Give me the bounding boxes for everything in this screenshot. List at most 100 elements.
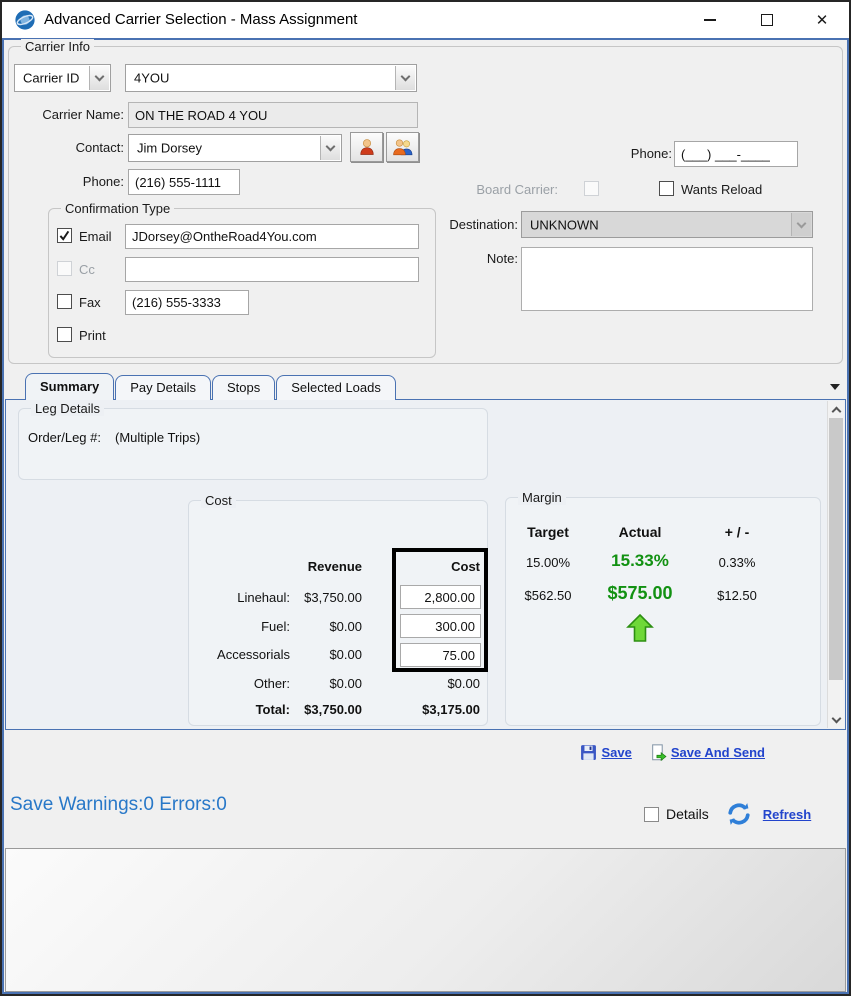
details-label: Details	[666, 806, 709, 822]
save-status-text: Save Warnings:0 Errors:0	[10, 794, 227, 815]
print-checkbox[interactable]	[57, 327, 72, 342]
linehaul-cost-input[interactable]	[400, 585, 481, 609]
save-button[interactable]: Save	[601, 745, 631, 760]
accessorials-cost-input[interactable]	[400, 643, 481, 667]
confirmation-type-group-label: Confirmation Type	[61, 201, 175, 216]
tab-label: Stops	[227, 380, 261, 395]
save-and-send-button[interactable]: Save And Send	[671, 745, 765, 760]
maximize-button[interactable]	[747, 2, 787, 38]
carrier-id-select[interactable]: 4YOU	[125, 64, 417, 92]
fax-input[interactable]	[125, 290, 249, 315]
dialog-body: Carrier Info Carrier ID 4YOU Carrier Nam…	[2, 38, 849, 994]
details-refresh-row: Details Refresh	[644, 799, 811, 829]
margin-group-label: Margin	[518, 490, 566, 505]
email-checkbox[interactable]	[57, 228, 72, 243]
carrier-id-type-select[interactable]: Carrier ID	[14, 64, 111, 92]
fuel-cost-input[interactable]	[400, 614, 481, 638]
linehaul-revenue: $3,750.00	[304, 590, 362, 605]
contact-value: Jim Dorsey	[137, 140, 203, 156]
save-and-send-link-item[interactable]: Save And Send	[650, 744, 765, 761]
accessorials-revenue: $0.00	[329, 647, 362, 662]
margin-actual-header: Actual	[618, 524, 662, 540]
save-link-item[interactable]: Save	[580, 744, 632, 761]
chevron-down-icon[interactable]	[395, 66, 415, 90]
destination-select: UNKNOWN	[521, 211, 813, 238]
leg-details-group-label: Leg Details	[31, 401, 105, 416]
dialog-window: Advanced Carrier Selection - Mass Assign…	[0, 0, 851, 996]
close-icon: ✕	[815, 11, 829, 29]
window-title: Advanced Carrier Selection - Mass Assign…	[44, 11, 358, 28]
email-label: Email	[79, 229, 112, 244]
chevron-down-icon[interactable]	[320, 136, 340, 160]
scroll-up-button[interactable]	[828, 401, 844, 418]
check-icon	[59, 230, 70, 241]
wants-reload-checkbox[interactable]	[659, 181, 674, 196]
save-icon	[581, 745, 597, 760]
margin-target-header: Target	[527, 524, 569, 540]
tab-selected-loads[interactable]: Selected Loads	[276, 375, 396, 400]
minimize-button[interactable]	[690, 2, 730, 38]
chevron-down-icon[interactable]	[89, 66, 109, 90]
tab-label: Pay Details	[130, 380, 196, 395]
vertical-scrollbar[interactable]	[827, 401, 844, 728]
cost-column-header: Cost	[451, 559, 480, 574]
note-label: Note:	[486, 251, 518, 266]
cc-label: Cc	[79, 262, 95, 277]
order-leg-label: Order/Leg #:	[28, 430, 101, 445]
destination-value: UNKNOWN	[530, 217, 599, 232]
carrier-id-type-value: Carrier ID	[23, 70, 80, 86]
margin-target-dollars: $562.50	[524, 588, 572, 603]
tab-strip: Summary Pay Details Stops Selected Loads	[25, 373, 397, 400]
carrier-name-field	[128, 102, 418, 128]
margin-up-arrow-icon	[626, 613, 654, 642]
tab-stops[interactable]: Stops	[212, 375, 276, 400]
note-textarea[interactable]	[521, 247, 813, 311]
margin-plusminus-header: + / -	[724, 524, 750, 540]
fax-checkbox[interactable]	[57, 294, 72, 309]
fuel-revenue: $0.00	[329, 619, 362, 634]
margin-plusminus-dollars: $12.50	[717, 588, 757, 603]
cc-checkbox	[57, 261, 72, 276]
cost-group-label: Cost	[201, 493, 236, 508]
tab-summary[interactable]: Summary	[25, 373, 115, 400]
chevron-down-icon	[791, 213, 811, 236]
chevron-down-icon	[831, 713, 841, 723]
phone2-input[interactable]	[674, 141, 798, 167]
tab-label: Selected Loads	[291, 380, 381, 395]
tab-label: Summary	[40, 379, 100, 394]
order-leg-value: (Multiple Trips)	[115, 430, 201, 445]
board-carrier-label: Board Carrier:	[476, 182, 558, 197]
carrier-info-group-label: Carrier Info	[21, 39, 95, 54]
destination-label: Destination:	[449, 217, 518, 232]
save-actions: Save Save And Send	[580, 744, 765, 761]
scroll-down-button[interactable]	[828, 711, 844, 728]
scrollbar-thumb[interactable]	[829, 418, 843, 680]
total-revenue: $3,750.00	[304, 702, 362, 717]
margin-actual-percent: 15.33%	[611, 551, 669, 570]
view-contact-button[interactable]	[350, 132, 383, 162]
tab-pay-details[interactable]: Pay Details	[115, 375, 211, 400]
tab-overflow-icon[interactable]	[830, 384, 840, 390]
other-cost: $0.00	[447, 676, 480, 691]
title-bar: Advanced Carrier Selection - Mass Assign…	[2, 2, 849, 38]
margin-target-percent: 15.00%	[525, 555, 571, 570]
refresh-icon[interactable]	[723, 799, 755, 829]
margin-actual-dollars: $575.00	[607, 583, 673, 603]
close-button[interactable]: ✕	[802, 2, 842, 38]
phone-input[interactable]	[128, 169, 240, 195]
contact-list-button[interactable]	[386, 132, 419, 162]
maximize-icon	[761, 14, 773, 26]
details-checkbox[interactable]	[644, 806, 659, 822]
email-input[interactable]	[125, 224, 419, 249]
save-output-panel	[5, 848, 846, 992]
contact-select[interactable]: Jim Dorsey	[128, 134, 342, 162]
other-revenue: $0.00	[329, 676, 362, 691]
carrier-name-label: Carrier Name:	[42, 107, 124, 122]
wants-reload-label: Wants Reload	[681, 182, 763, 197]
cc-input[interactable]	[125, 257, 419, 282]
phone-label: Phone:	[82, 174, 124, 189]
refresh-button[interactable]: Refresh	[763, 807, 811, 822]
chevron-up-icon	[831, 406, 841, 416]
total-cost: $3,175.00	[422, 702, 480, 717]
app-icon	[15, 10, 35, 30]
